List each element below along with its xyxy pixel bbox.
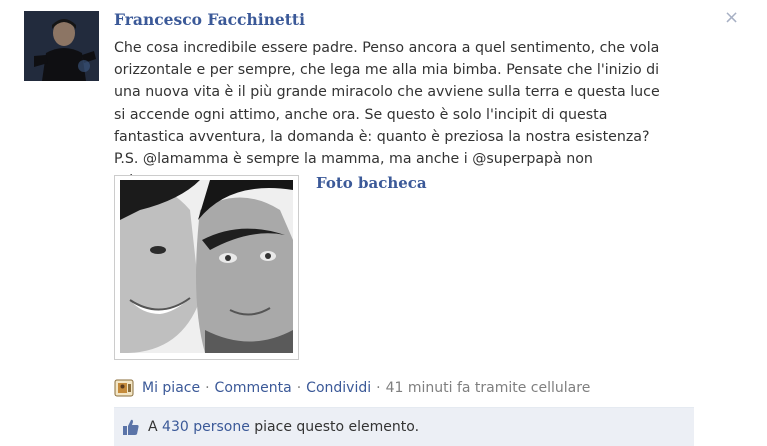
comment-link[interactable]: Commenta <box>215 380 292 396</box>
album-title-link[interactable]: Foto bacheca <box>316 174 427 192</box>
feed-story: Francesco Facchinetti × Che cosa incredi… <box>0 0 767 446</box>
close-icon[interactable]: × <box>724 8 739 28</box>
timestamp[interactable]: 41 minuti fa tramite cellulare <box>386 380 591 396</box>
post-message: Che cosa incredibile essere padre. Penso… <box>114 40 660 189</box>
photo-thumbnail[interactable] <box>114 175 299 360</box>
separator: · <box>376 380 381 396</box>
share-link[interactable]: Condividi <box>306 380 371 396</box>
avatar-image <box>24 11 99 81</box>
story-actions: Mi piace · Commenta · Condividi · 41 min… <box>114 377 590 399</box>
likes-suffix: piace questo elemento. <box>254 419 420 435</box>
separator: · <box>205 380 210 396</box>
likes-summary: A 430 persone piace questo elemento. <box>114 407 694 446</box>
likes-prefix: A <box>148 419 158 435</box>
likes-count-link[interactable]: 430 persone <box>162 419 250 435</box>
thumbs-up-icon <box>123 419 139 435</box>
author-name-link[interactable]: Francesco Facchinetti <box>114 10 305 29</box>
avatar[interactable] <box>24 11 99 81</box>
like-link[interactable]: Mi piace <box>142 380 200 396</box>
photo-image <box>120 180 293 353</box>
mobile-icon <box>114 379 134 397</box>
separator: · <box>296 380 302 396</box>
